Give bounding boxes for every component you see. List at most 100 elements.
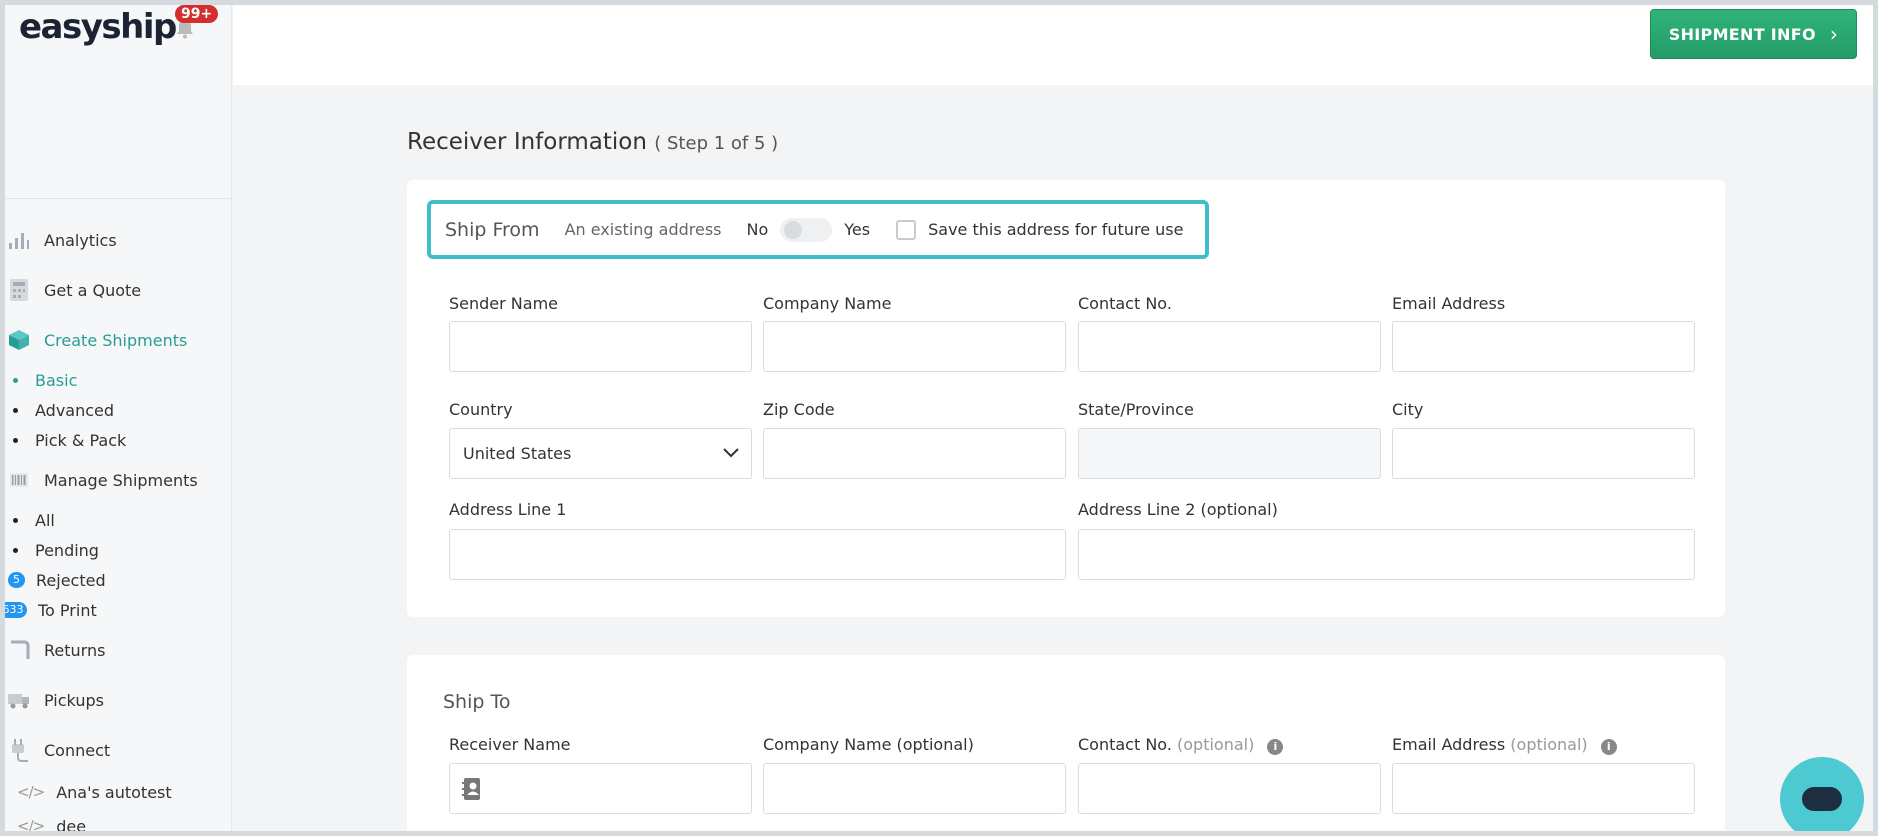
sidebar-subitem-pick-pack[interactable]: Pick & Pack [5,428,126,452]
address-line-2-label: Address Line 2 (optional) [1078,500,1278,519]
subitem-label: Advanced [35,400,115,420]
sender-name-label: Sender Name [449,294,559,313]
plug-icon [7,738,31,762]
receiver-email-input[interactable] [1392,763,1695,814]
save-address-checkbox[interactable] [896,219,917,240]
city-input[interactable] [1392,428,1695,479]
company-name-input[interactable] [763,321,1066,372]
sidebar-item-analytics[interactable]: Analytics [5,225,231,255]
receiver-company-label: Company Name (optional) [763,735,974,754]
sidebar-item-connect[interactable]: Connect [5,735,231,765]
address-line-2-input[interactable] [1078,529,1695,580]
sidebar-subitem-advanced[interactable]: Advanced [5,398,114,422]
page-title-text: Receiver Information [407,129,647,155]
company-name-label: Company Name [763,294,892,313]
contact-no-input[interactable] [1078,321,1381,372]
shipment-info-button[interactable]: SHIPMENT INFO › [1650,9,1857,59]
toggle-no-label: No [746,220,769,239]
sidebar-item-label: Connect [44,740,111,760]
page-title: Receiver Information ( Step 1 of 5 ) [407,129,778,155]
calculator-icon [7,278,31,302]
sidebar-subitem-basic[interactable]: Basic [5,368,77,392]
info-icon[interactable]: i [1267,739,1284,755]
sidebar: easyship 99+ Analytics Get a Quote Creat… [5,5,232,831]
shipment-info-label: SHIPMENT INFO [1668,24,1816,44]
state-input[interactable] [1078,428,1381,479]
code-icon: </> [17,783,45,801]
contact-no-label: Contact No. [1078,294,1172,313]
subitem-label: Basic [35,370,78,390]
sidebar-item-label: Manage Shipments [44,470,198,490]
sidebar-item-get-a-quote[interactable]: Get a Quote [5,275,231,305]
easyship-logo[interactable]: easyship [19,7,177,47]
subitem-label: Pick & Pack [35,430,127,450]
sender-name-input[interactable] [449,321,752,372]
chat-button[interactable] [1780,757,1864,831]
barcode-icon [7,468,31,492]
sidebar-item-create-shipments[interactable]: Create Shipments [5,325,231,355]
rejected-count-badge: 5 [8,572,25,588]
sidebar-subitem-all[interactable]: All [5,508,55,532]
dev-item-label: Ana's autotest [56,782,172,802]
sidebar-item-label: Pickups [44,690,104,710]
email-input[interactable] [1392,321,1695,372]
sidebar-item-label: Get a Quote [44,280,142,300]
country-label: Country [449,400,513,419]
address-line-1-input[interactable] [449,529,1066,580]
bullet-icon [13,547,18,553]
existing-address-label: An existing address [564,220,722,239]
sidebar-item-label: Create Shipments [44,330,188,350]
returns-icon [7,638,31,662]
toggle-knob [784,220,803,239]
receiver-contact-input[interactable] [1078,763,1381,814]
notification-badge[interactable]: 99+ [175,5,219,23]
toggle-yes-label: Yes [844,220,871,239]
code-icon: </> [17,817,45,831]
sidebar-divider [5,198,231,199]
sidebar-dev-item[interactable]: </> dee [17,814,87,832]
sidebar-item-label: Returns [44,640,106,660]
country-value: United States [463,444,572,463]
save-address-label: Save this address for future use [928,220,1184,239]
country-select[interactable]: United States [449,428,752,479]
ship-from-card: Ship From An existing address No Yes Sav… [407,180,1725,617]
email-label-text: Email Address [1392,735,1506,754]
sidebar-item-pickups[interactable]: Pickups [5,685,231,715]
zip-label: Zip Code [763,400,835,419]
receiver-contact-label: Contact No. (optional) i [1078,735,1284,755]
receiver-company-input[interactable] [763,763,1066,814]
box-icon [7,328,31,352]
receiver-email-label: Email Address (optional) i [1392,735,1617,755]
subitem-label: Pending [35,540,99,560]
dev-item-label: dee [56,816,87,832]
sidebar-item-label: Analytics [44,230,117,250]
sidebar-dev-item[interactable]: </> Ana's autotest [17,780,172,804]
optional-text: (optional) [1177,735,1255,754]
bullet-icon [13,517,18,523]
sidebar-subitem-to-print[interactable]: 633 To Print [5,598,97,622]
existing-address-toggle[interactable] [780,217,833,242]
info-icon[interactable]: i [1600,739,1617,755]
truck-icon [7,688,31,712]
address-book-icon[interactable] [462,777,482,801]
bar-chart-icon [7,228,31,252]
subitem-label: Rejected [36,570,106,590]
state-label: State/Province [1078,400,1194,419]
sidebar-item-manage-shipments[interactable]: Manage Shipments [5,465,231,495]
receiver-name-label: Receiver Name [449,735,571,754]
chat-bubble-icon [1802,787,1842,811]
sidebar-subitem-rejected[interactable]: 5 Rejected [5,568,106,592]
sidebar-item-returns[interactable]: Returns [5,635,231,665]
page-step: ( Step 1 of 5 ) [654,133,779,154]
bullet-icon [13,437,18,443]
bullet-icon [13,377,18,383]
receiver-name-input[interactable] [449,763,752,814]
sidebar-subitem-pending[interactable]: Pending [5,538,99,562]
ship-from-header: Ship From An existing address No Yes Sav… [427,200,1209,259]
app-frame: easyship 99+ Analytics Get a Quote Creat… [5,5,1873,831]
chevron-down-icon [723,448,739,458]
subitem-label: To Print [38,600,97,620]
zip-input[interactable] [763,428,1066,479]
ship-to-title: Ship To [443,691,511,713]
bullet-icon [13,407,18,413]
